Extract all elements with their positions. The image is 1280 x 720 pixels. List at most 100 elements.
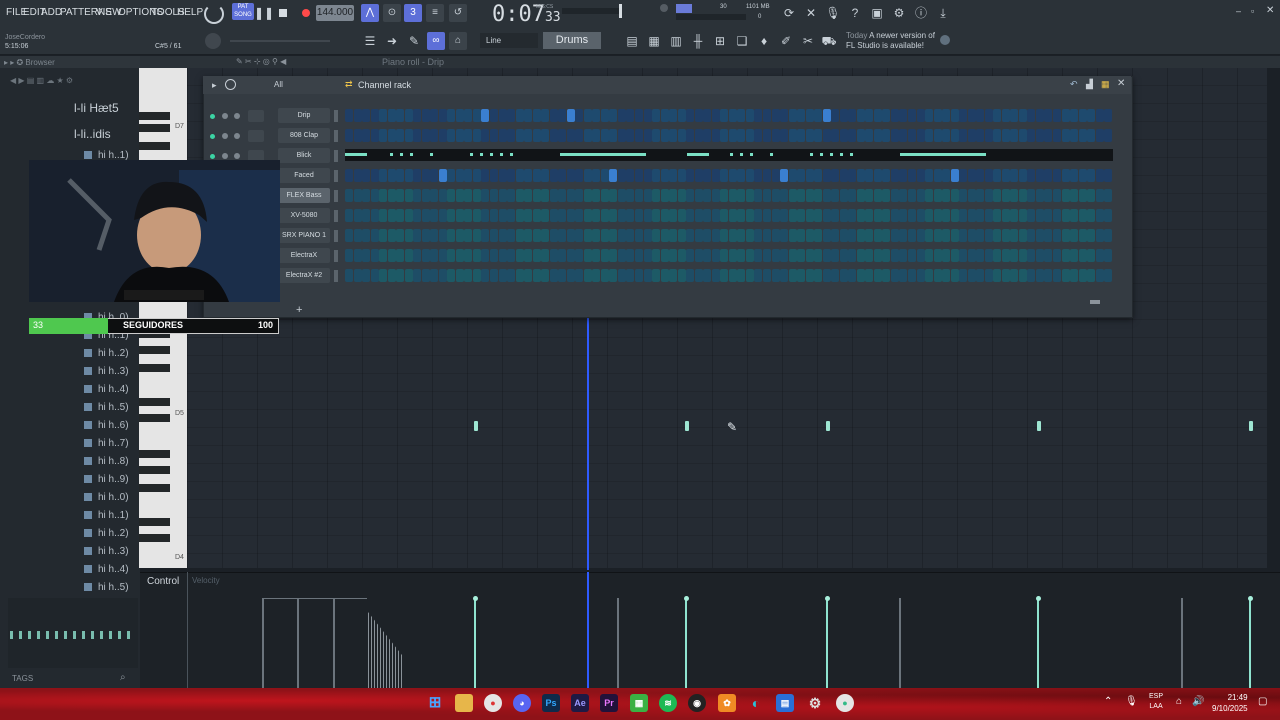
- step-button[interactable]: [805, 249, 814, 262]
- step-button[interactable]: [797, 169, 806, 182]
- black-key[interactable]: [139, 484, 170, 492]
- step-button[interactable]: [643, 189, 652, 202]
- step-button[interactable]: [677, 189, 686, 202]
- black-key[interactable]: [139, 112, 170, 120]
- master-pitch-slider[interactable]: [562, 8, 622, 14]
- step-button[interactable]: [822, 269, 831, 282]
- step-button[interactable]: [848, 269, 857, 282]
- step-button[interactable]: [617, 269, 626, 282]
- step-button[interactable]: [1044, 249, 1053, 262]
- step-button[interactable]: [541, 269, 550, 282]
- step-button[interactable]: [762, 249, 771, 262]
- step-button[interactable]: [728, 129, 737, 142]
- step-button[interactable]: [583, 169, 592, 182]
- step-button[interactable]: [1052, 189, 1061, 202]
- step-button[interactable]: [592, 109, 601, 122]
- step-button[interactable]: [703, 209, 712, 222]
- step-button[interactable]: [447, 189, 456, 202]
- step-button[interactable]: [1104, 129, 1113, 142]
- channel-steps[interactable]: [345, 109, 1113, 123]
- step-button[interactable]: [873, 169, 882, 182]
- step-button[interactable]: [1035, 109, 1044, 122]
- step-button[interactable]: [660, 109, 669, 122]
- step-button[interactable]: [532, 129, 541, 142]
- step-button[interactable]: [387, 129, 396, 142]
- step-button[interactable]: [856, 209, 865, 222]
- step-button[interactable]: [558, 109, 567, 122]
- step-button[interactable]: [873, 189, 882, 202]
- step-button[interactable]: [984, 169, 993, 182]
- step-button[interactable]: [677, 229, 686, 242]
- step-button[interactable]: [925, 109, 934, 122]
- step-button[interactable]: [532, 169, 541, 182]
- step-button[interactable]: [882, 269, 891, 282]
- step-button[interactable]: [626, 269, 635, 282]
- step-button[interactable]: [353, 189, 362, 202]
- channel-name-1[interactable]: 808 Clap: [278, 128, 330, 143]
- step-button[interactable]: [1078, 229, 1087, 242]
- step-button[interactable]: [1061, 229, 1070, 242]
- step-button[interactable]: [481, 209, 490, 222]
- control-label[interactable]: Control: [147, 576, 179, 587]
- step-button[interactable]: [873, 209, 882, 222]
- step-button[interactable]: [626, 129, 635, 142]
- step-button[interactable]: [762, 109, 771, 122]
- record-button[interactable]: [302, 9, 310, 17]
- step-button[interactable]: [472, 189, 481, 202]
- step-button[interactable]: [882, 249, 891, 262]
- step-button[interactable]: [694, 169, 703, 182]
- step-button[interactable]: [1018, 269, 1027, 282]
- premiere-icon[interactable]: Pr: [600, 694, 618, 712]
- step-button[interactable]: [1044, 209, 1053, 222]
- add-channel-button[interactable]: +: [296, 304, 302, 316]
- channel-steps[interactable]: [345, 169, 1113, 183]
- step-button[interactable]: [472, 129, 481, 142]
- step-button[interactable]: [814, 129, 823, 142]
- step-button[interactable]: [635, 209, 644, 222]
- spotify-icon[interactable]: ≋: [659, 694, 677, 712]
- step-button[interactable]: [669, 229, 678, 242]
- step-button[interactable]: [797, 189, 806, 202]
- note[interactable]: [1037, 421, 1041, 431]
- step-button[interactable]: [703, 249, 712, 262]
- step-button[interactable]: [1010, 169, 1019, 182]
- step-button[interactable]: [993, 129, 1002, 142]
- step-button[interactable]: [1010, 109, 1019, 122]
- step-button[interactable]: [677, 169, 686, 182]
- step-button[interactable]: [925, 129, 934, 142]
- step-button[interactable]: [660, 169, 669, 182]
- black-key[interactable]: [139, 518, 170, 526]
- velocity-bar[interactable]: [297, 598, 299, 688]
- channel-pan-knob[interactable]: [222, 113, 228, 119]
- step-button[interactable]: [362, 189, 371, 202]
- step-button[interactable]: [362, 209, 371, 222]
- step-button[interactable]: [447, 229, 456, 242]
- step-button[interactable]: [490, 229, 498, 242]
- step-button[interactable]: [413, 269, 422, 282]
- step-button[interactable]: [933, 249, 942, 262]
- step-button[interactable]: [1018, 189, 1027, 202]
- step-button[interactable]: [865, 189, 874, 202]
- tray-chevron-icon[interactable]: ⌃: [1104, 696, 1112, 707]
- notification-icon[interactable]: ▢: [1258, 696, 1267, 707]
- step-button[interactable]: [379, 189, 388, 202]
- velocity-bar[interactable]: [1181, 598, 1183, 688]
- step-button[interactable]: [728, 169, 737, 182]
- step-button[interactable]: [464, 249, 473, 262]
- step-button[interactable]: [643, 109, 652, 122]
- step-button[interactable]: [404, 169, 413, 182]
- step-button[interactable]: [592, 129, 601, 142]
- step-button[interactable]: [643, 249, 652, 262]
- step-button[interactable]: [762, 269, 771, 282]
- step-button[interactable]: [387, 169, 396, 182]
- step-button[interactable]: [797, 229, 806, 242]
- step-button[interactable]: [805, 109, 814, 122]
- step-button[interactable]: [865, 109, 874, 122]
- step-button[interactable]: [379, 129, 388, 142]
- step-button[interactable]: [1052, 129, 1061, 142]
- step-button[interactable]: [1061, 269, 1070, 282]
- step-button[interactable]: [797, 109, 806, 122]
- step-button[interactable]: [959, 269, 968, 282]
- step-button[interactable]: [720, 229, 729, 242]
- step-button[interactable]: [899, 209, 908, 222]
